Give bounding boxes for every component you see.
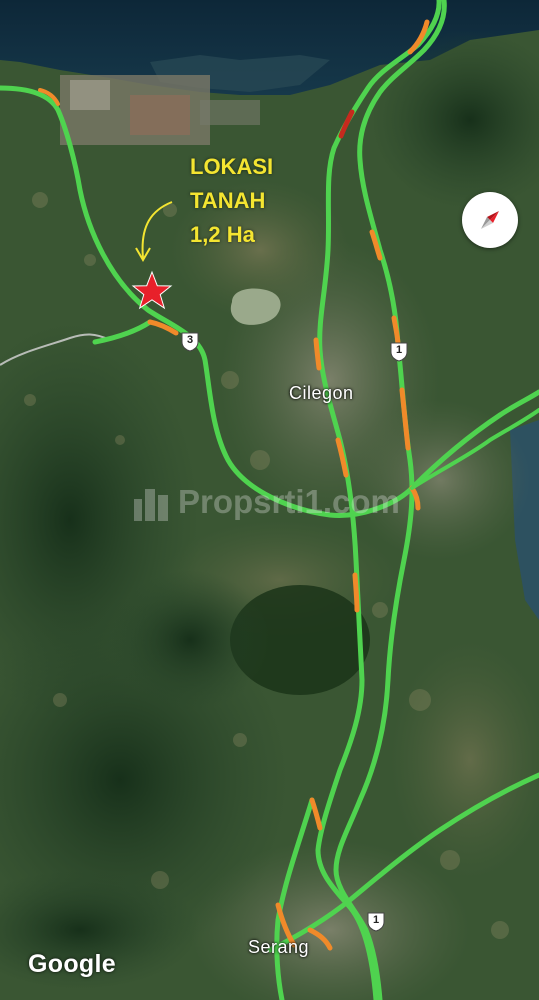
place-label-cilegon[interactable]: Cilegon xyxy=(289,383,354,404)
google-logo: Google xyxy=(28,950,116,978)
annotation-line-2: TANAH xyxy=(190,188,266,213)
annotation-line-1: LOKASI xyxy=(190,154,274,179)
satellite-map[interactable]: 3 1 1 Cilegon Serang LOKASI TANAH 1,2 Ha… xyxy=(0,0,539,1000)
place-label-serang[interactable]: Serang xyxy=(248,937,309,958)
location-annotation: LOKASI TANAH 1,2 Ha xyxy=(190,150,273,252)
route-1-shield-south: 1 xyxy=(367,912,385,932)
watermark-text: Propsrti1.com xyxy=(178,483,400,520)
compass-button[interactable] xyxy=(462,192,518,248)
route-3-shield: 3 xyxy=(181,332,199,352)
compass-icon xyxy=(481,211,499,229)
annotation-line-3: 1,2 Ha xyxy=(190,222,255,247)
route-1-shield-north: 1 xyxy=(390,342,408,362)
watermark-building-icon xyxy=(134,489,168,521)
